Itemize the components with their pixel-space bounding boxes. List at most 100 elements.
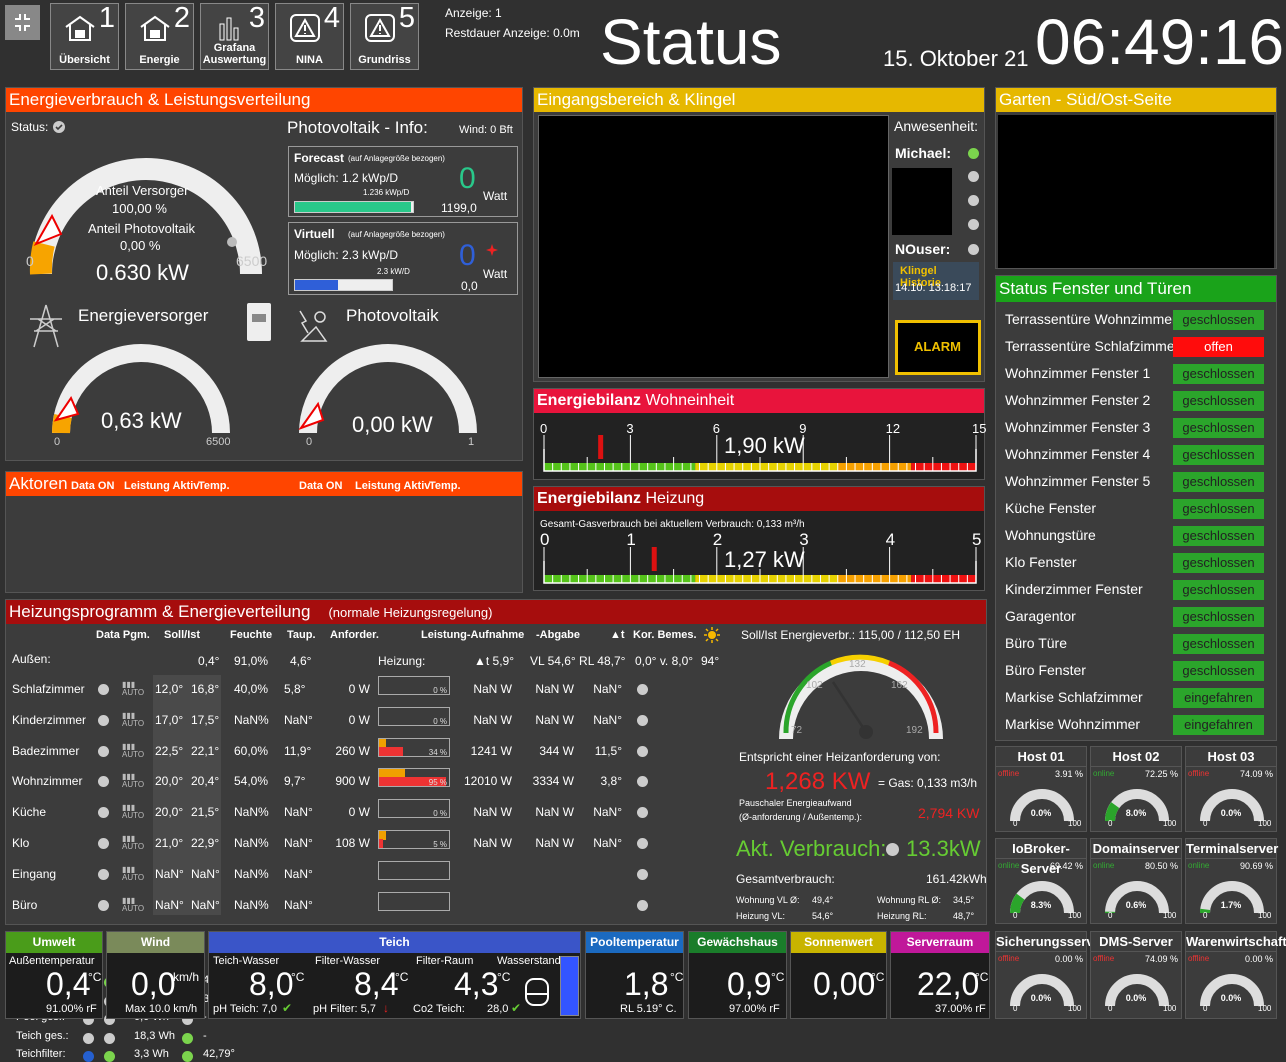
energie-gauge-tick: 132 xyxy=(849,659,866,670)
nav-label: Übersicht xyxy=(59,54,110,66)
forecast-bar xyxy=(294,201,414,213)
nav-number: 4 xyxy=(323,2,340,34)
room-feuchte: NaN% xyxy=(234,805,269,820)
room-ist: 21,5° xyxy=(191,805,220,820)
nav-button-3[interactable]: 3 Grafana Auswertung xyxy=(200,2,269,70)
nav-button-1[interactable]: 1 Übersicht xyxy=(50,2,119,70)
wind-tile: Wind 0,0 km/h Max 10.0 km/h xyxy=(106,931,205,1019)
pool-header: Pooltemperatur xyxy=(586,932,683,953)
host-tile[interactable]: Sicherungsserver offline 0.00 % 0.0% 0 100 xyxy=(995,931,1106,1019)
aktor-on-dot[interactable] xyxy=(104,1051,115,1062)
host-percent: 90.69 % xyxy=(1239,861,1273,871)
fenster-status[interactable]: eingefahren xyxy=(1173,688,1264,708)
fenster-status[interactable]: eingefahren xyxy=(1173,715,1264,735)
auto-program-icon[interactable]: ▮▮▮ AUTO xyxy=(122,896,144,913)
auto-program-icon[interactable]: ▮▮▮ AUTO xyxy=(122,835,144,851)
host-tile[interactable]: Terminalserver online 90.69 % 1.7% 0 100 xyxy=(1185,838,1278,924)
host-tile[interactable]: Host 03 offline 74.09 % 0.0% 0 100 xyxy=(1185,746,1277,832)
wasserstand-label: Wasserstand xyxy=(497,955,561,967)
auto-program-icon[interactable]: ▮▮▮ AUTO xyxy=(122,742,144,759)
fenster-status[interactable]: geschlossen xyxy=(1173,391,1264,411)
auto-program-icon[interactable]: ▮▮▮ AUTO xyxy=(122,773,144,789)
room-data-dot xyxy=(98,868,109,880)
fenster-status[interactable]: geschlossen xyxy=(1173,553,1264,573)
gauge-min: 0 xyxy=(26,253,34,269)
nav-number: 3 xyxy=(248,2,265,34)
filter-raum-value: 4,3 xyxy=(454,966,499,1002)
fenster-status[interactable]: geschlossen xyxy=(1173,445,1264,465)
fenster-status[interactable]: geschlossen xyxy=(1173,607,1264,627)
host-tile[interactable]: Host 02 online 72.25 % 8.0% 0 100 xyxy=(1090,746,1182,832)
host-tile[interactable]: Host 01 offline 3.91 % 0.0% 0 100 xyxy=(995,746,1087,832)
garden-header: Garten - Süd/Ost-Seite xyxy=(996,88,1276,112)
gesamt-label: Gesamtverbrauch: xyxy=(736,872,835,886)
fenster-status[interactable]: geschlossen xyxy=(1173,634,1264,654)
room-anforderung: 0 W xyxy=(348,805,370,820)
akt-verbrauch-value: 13.3kW xyxy=(906,836,981,861)
virtuell-note: (auf Anlagegröße bezogen) xyxy=(348,230,445,239)
host-percent: 74.09 % xyxy=(1239,769,1273,779)
anteil-pv-value: 0,00 % xyxy=(120,238,161,253)
room-valve-fill xyxy=(379,746,403,756)
nav-label: Grundriss xyxy=(358,54,411,66)
co2-check-icon: ✔ xyxy=(511,1001,522,1015)
room-taupunkt: NaN° xyxy=(284,897,313,912)
fenster-status[interactable]: offen xyxy=(1173,337,1264,357)
host-tile[interactable]: Domainserver online 80.50 % 0.6% 0 100 xyxy=(1090,838,1182,924)
auto-program-icon[interactable]: ▮▮▮ AUTO xyxy=(122,681,144,697)
room-valve-fill xyxy=(379,839,383,848)
camera-feed[interactable] xyxy=(538,115,889,378)
vl-value: 49,4° xyxy=(812,895,834,905)
virtuell-bar xyxy=(294,279,393,291)
host-name: Domainserver xyxy=(1091,839,1181,859)
fenster-status[interactable]: geschlossen xyxy=(1173,661,1264,681)
alarm-icon[interactable]: ALARM xyxy=(895,320,981,375)
fenster-status[interactable]: geschlossen xyxy=(1173,418,1264,438)
room-anforderung: 0 W xyxy=(348,712,370,727)
serverraum-foot: 37.00% rF xyxy=(935,1003,986,1015)
garden-camera[interactable] xyxy=(998,115,1274,268)
fenster-status[interactable]: geschlossen xyxy=(1173,310,1264,330)
host-value: 8.0% xyxy=(1125,808,1147,818)
gewaechshaus-foot: 97.00% rF xyxy=(729,1003,780,1015)
nav-button-4[interactable]: 4 NINA xyxy=(275,2,344,70)
ph-filter: pH Filter: 5,7 xyxy=(313,1003,376,1015)
aktor-on-dot[interactable] xyxy=(104,1032,115,1044)
host-tile[interactable]: IoBroker-Server online 69.42 % 8.3% 0 100 xyxy=(995,838,1087,924)
vl-label: Wohnung VL Ø: xyxy=(736,895,800,905)
bilanz-wohn-value: 1,90 kW xyxy=(724,433,805,458)
umwelt-header: Umwelt xyxy=(6,932,102,953)
klingel-history-box[interactable]: Klingel Historie 14.10. 13:18:17 xyxy=(893,262,979,300)
alarm-text: ALARM xyxy=(914,339,961,354)
fenster-status[interactable]: geschlossen xyxy=(1173,580,1264,600)
nav-button-2[interactable]: 2 Energie xyxy=(125,2,194,70)
fenster-status[interactable]: geschlossen xyxy=(1173,499,1264,519)
room-valve-bar: 0 % xyxy=(378,676,450,695)
room-valve-bar: 34 % xyxy=(378,737,450,757)
host-state: offline xyxy=(1093,954,1115,963)
auto-program-icon[interactable]: ▮▮▮ AUTO xyxy=(122,865,144,882)
filter-wasser-unit: °C xyxy=(395,970,409,984)
fullscreen-button[interactable] xyxy=(5,5,40,40)
room-name: Wohnzimmer xyxy=(12,774,83,789)
fenster-status[interactable]: geschlossen xyxy=(1173,526,1264,546)
fenster-status[interactable]: geschlossen xyxy=(1173,472,1264,492)
host-value: 0.6% xyxy=(1125,900,1147,910)
fenster-status[interactable]: geschlossen xyxy=(1173,364,1264,384)
host-tile[interactable]: DMS-Server offline 74.09 % 0.0% 0 100 xyxy=(1090,931,1182,1019)
virtuell-sub: 2.3 kW/D xyxy=(377,267,410,276)
ph-filter-down-icon: ↓ xyxy=(383,1001,389,1015)
fenster-label: Klo Fenster xyxy=(1005,554,1077,570)
room-taupunkt: 9,7° xyxy=(284,774,306,789)
scale-label: 15 xyxy=(972,421,986,436)
host-state: offline xyxy=(998,769,1020,778)
auto-program-icon[interactable]: ▮▮▮ AUTO xyxy=(122,804,144,820)
col-data-2: Data ON xyxy=(299,480,343,492)
sun-icon xyxy=(704,627,720,643)
host-tile[interactable]: Warenwirtschaft offline 0.00 % 0.0% 0 100 xyxy=(1185,931,1286,1019)
house-icon xyxy=(65,15,95,41)
umwelt-foot: 91.00% rF xyxy=(46,1003,97,1015)
nav-button-5[interactable]: 5 Grundriss xyxy=(350,2,419,70)
auto-program-icon[interactable]: ▮▮▮ AUTO xyxy=(122,711,144,728)
room-abgabe: 3334 W xyxy=(532,774,574,789)
